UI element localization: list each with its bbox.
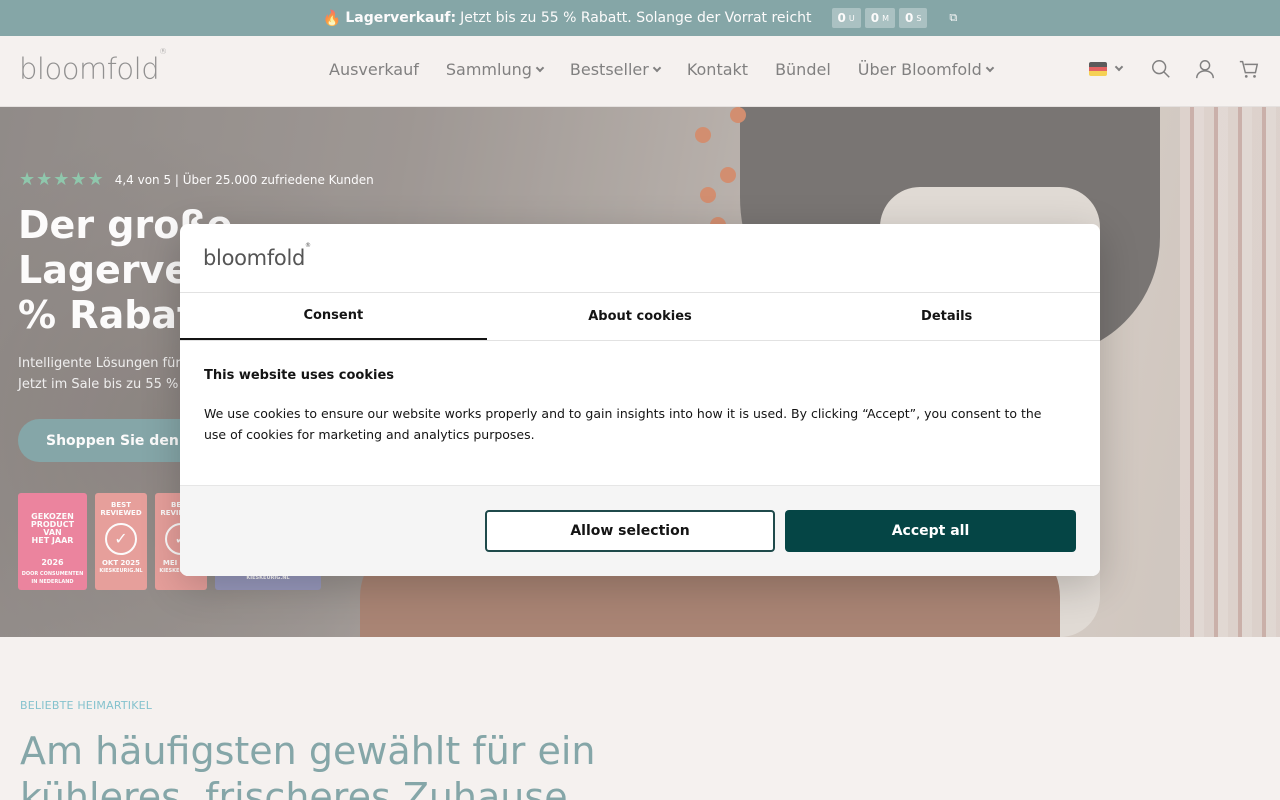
cookie-heading: This website uses cookies <box>204 368 395 383</box>
dialog-logo: bloomfold® <box>203 242 311 270</box>
accept-all-button[interactable]: Accept all <box>785 510 1076 552</box>
cookie-consent-dialog: bloomfold® Consent About cookies Details… <box>180 224 1100 576</box>
tab-consent[interactable]: Consent <box>180 293 487 340</box>
tab-details[interactable]: Details <box>793 293 1100 340</box>
allow-selection-button[interactable]: Allow selection <box>485 510 775 552</box>
cookie-tabs: Consent About cookies Details <box>180 292 1100 341</box>
cookie-body: We use cookies to ensure our website wor… <box>204 406 1042 442</box>
cookie-actions: Allow selection Accept all <box>180 485 1100 576</box>
tab-about-cookies[interactable]: About cookies <box>487 293 794 340</box>
